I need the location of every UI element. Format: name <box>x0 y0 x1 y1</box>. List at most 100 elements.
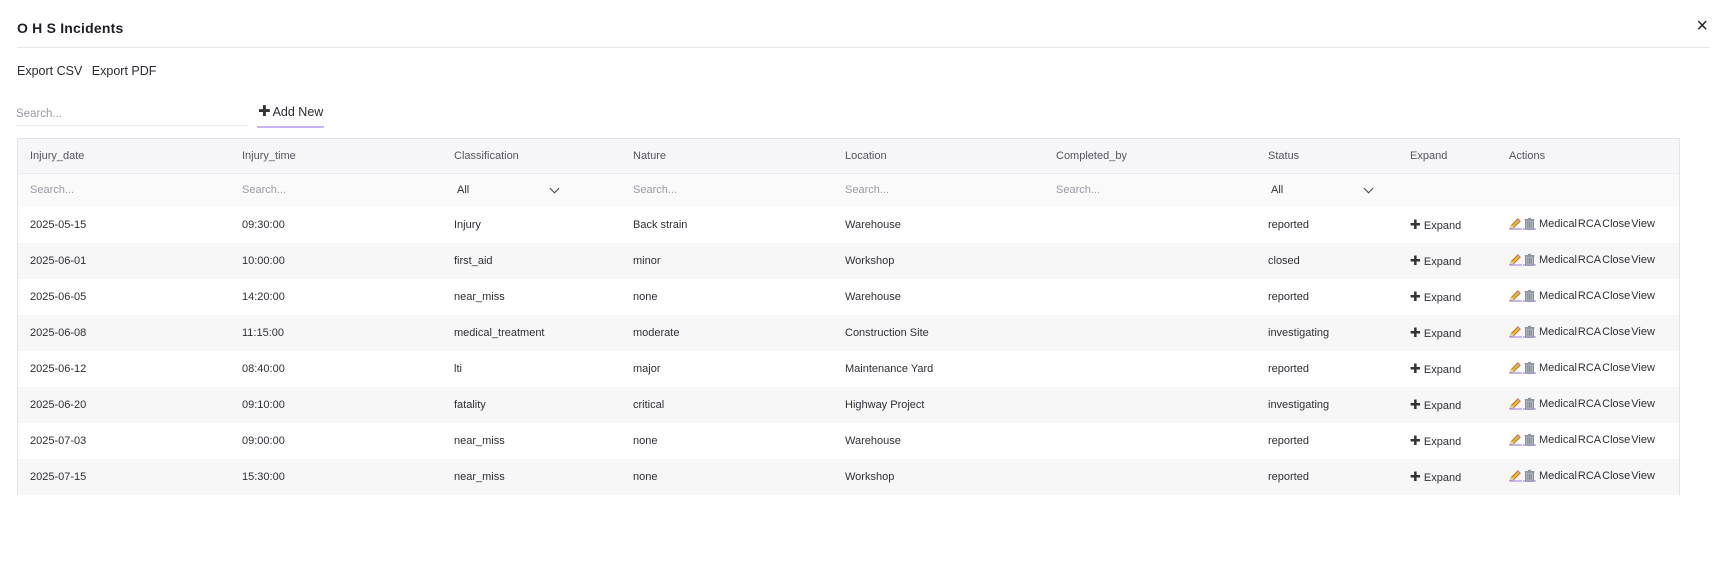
pencil-icon[interactable] <box>1509 325 1522 338</box>
column-header-classification[interactable]: Classification <box>442 139 621 174</box>
pencil-icon[interactable] <box>1509 469 1522 482</box>
expand-label: Expand <box>1423 328 1462 340</box>
view-link[interactable]: View <box>1631 398 1655 410</box>
pencil-icon[interactable] <box>1509 253 1522 266</box>
trash-icon[interactable] <box>1523 361 1536 374</box>
plus-icon: ✚ <box>1410 397 1421 412</box>
trash-icon[interactable] <box>1523 325 1536 338</box>
filter-injury-time-input[interactable] <box>242 184 392 197</box>
expand-button[interactable]: ✚ Expand <box>1410 325 1462 340</box>
trash-icon[interactable] <box>1523 289 1536 302</box>
medical-link[interactable]: Medical <box>1539 254 1577 266</box>
column-header-nature[interactable]: Nature <box>621 139 833 174</box>
close-link[interactable]: Close <box>1602 398 1630 410</box>
filter-location-input[interactable] <box>845 184 995 197</box>
view-link[interactable]: View <box>1631 470 1655 482</box>
view-link[interactable]: View <box>1631 362 1655 374</box>
rca-link[interactable]: RCA <box>1578 398 1601 410</box>
expand-button[interactable]: ✚ Expand <box>1410 469 1461 484</box>
view-link[interactable]: View <box>1631 254 1655 266</box>
medical-link[interactable]: Medical <box>1539 290 1577 302</box>
expand-button[interactable]: ✚ Expand <box>1410 217 1461 232</box>
pencil-icon[interactable] <box>1509 397 1522 410</box>
incidents-table-container: Injury_date Injury_time Classification N… <box>17 138 1680 495</box>
column-header-injury-date[interactable]: Injury_date <box>18 139 230 174</box>
expand-button[interactable]: ✚ Expand <box>1410 361 1462 376</box>
close-link[interactable]: Close <box>1602 470 1630 482</box>
expand-button[interactable]: ✚ Expand <box>1410 433 1462 448</box>
close-link[interactable]: Close <box>1602 434 1630 446</box>
cell-nature: none <box>633 435 658 447</box>
column-header-status[interactable]: Status <box>1256 139 1398 174</box>
medical-link[interactable]: Medical <box>1539 218 1577 230</box>
close-link[interactable]: Close <box>1602 290 1630 302</box>
cell-status: reported <box>1268 291 1309 303</box>
column-header-injury-time[interactable]: Injury_time <box>230 139 442 174</box>
cell-location: Warehouse <box>845 435 901 447</box>
export-pdf-button[interactable]: Export PDF <box>92 64 157 78</box>
expand-label: Expand <box>1423 364 1462 376</box>
filter-classification-value: All <box>457 184 470 197</box>
rca-link[interactable]: RCA <box>1578 218 1601 230</box>
view-link[interactable]: View <box>1631 434 1655 446</box>
plus-icon: ✚ <box>1410 289 1421 304</box>
view-link[interactable]: View <box>1631 326 1655 338</box>
rca-link[interactable]: RCA <box>1578 434 1601 446</box>
pencil-icon[interactable] <box>1509 217 1522 230</box>
rca-link[interactable]: RCA <box>1578 254 1601 266</box>
view-link[interactable]: View <box>1631 218 1655 230</box>
filter-status-select[interactable]: All <box>1268 180 1376 200</box>
filter-nature-input[interactable] <box>633 184 783 197</box>
expand-label: Expand <box>1423 436 1462 448</box>
medical-link[interactable]: Medical <box>1539 470 1577 482</box>
global-search-input[interactable] <box>16 102 248 126</box>
trash-icon[interactable] <box>1523 433 1536 446</box>
column-header-location[interactable]: Location <box>833 139 1044 174</box>
rca-link[interactable]: RCA <box>1578 326 1601 338</box>
cell-completed-by <box>1044 459 1256 495</box>
expand-button[interactable]: ✚ Expand <box>1410 289 1461 304</box>
expand-button[interactable]: ✚ Expand <box>1410 253 1461 268</box>
rca-link[interactable]: RCA <box>1578 362 1601 374</box>
filter-completed-by-input[interactable] <box>1056 184 1206 197</box>
filter-classification-select[interactable]: All <box>454 180 562 200</box>
rca-link[interactable]: RCA <box>1578 290 1601 302</box>
close-link[interactable]: Close <box>1602 362 1630 374</box>
row-actions: Medical RCA Close View <box>1509 253 1655 266</box>
trash-icon[interactable] <box>1523 253 1536 266</box>
medical-link[interactable]: Medical <box>1539 326 1577 338</box>
trash-icon[interactable] <box>1523 469 1536 482</box>
cell-nature: none <box>621 459 833 495</box>
export-csv-button[interactable]: Export CSV <box>17 64 82 78</box>
cell-location: Workshop <box>833 459 1044 495</box>
rca-link[interactable]: RCA <box>1578 470 1601 482</box>
close-link[interactable]: Close <box>1602 254 1630 266</box>
table-body: 2025-05-15 09:30:00 Injury Back strain Wareh… <box>18 207 1679 495</box>
modal-header: O H S Incidents × <box>17 0 1710 48</box>
medical-link[interactable]: Medical <box>1539 398 1577 410</box>
table-row: 2025-05-15 09:30:00 Injury Back strain Wareh… <box>18 207 1679 243</box>
cell-nature: moderate <box>621 315 833 351</box>
cell-classification: near_miss <box>442 459 621 495</box>
pencil-icon[interactable] <box>1509 361 1522 374</box>
close-icon[interactable]: × <box>1696 16 1708 36</box>
add-new-button[interactable]: ✚ Add New <box>257 102 325 128</box>
cell-injury-date: 2025-07-03 <box>30 435 87 447</box>
column-header-completed-by[interactable]: Completed_by <box>1044 139 1256 174</box>
trash-icon[interactable] <box>1523 397 1536 410</box>
cell-injury-date: 2025-05-15 <box>30 219 87 231</box>
plus-icon: ✚ <box>258 103 271 120</box>
filter-injury-date-input[interactable] <box>30 184 180 197</box>
expand-button[interactable]: ✚ Expand <box>1410 397 1461 412</box>
pencil-icon[interactable] <box>1509 433 1522 446</box>
trash-icon[interactable] <box>1523 217 1536 230</box>
cell-classification: fatality <box>442 387 621 423</box>
cell-nature: critical <box>621 387 833 423</box>
medical-link[interactable]: Medical <box>1539 434 1577 446</box>
pencil-icon[interactable] <box>1509 289 1522 302</box>
medical-link[interactable]: Medical <box>1539 362 1577 374</box>
close-link[interactable]: Close <box>1602 218 1630 230</box>
view-link[interactable]: View <box>1631 290 1655 302</box>
close-link[interactable]: Close <box>1602 326 1630 338</box>
table-row: 2025-07-03 09:00:00 near_miss none Warehouse… <box>18 423 1679 459</box>
